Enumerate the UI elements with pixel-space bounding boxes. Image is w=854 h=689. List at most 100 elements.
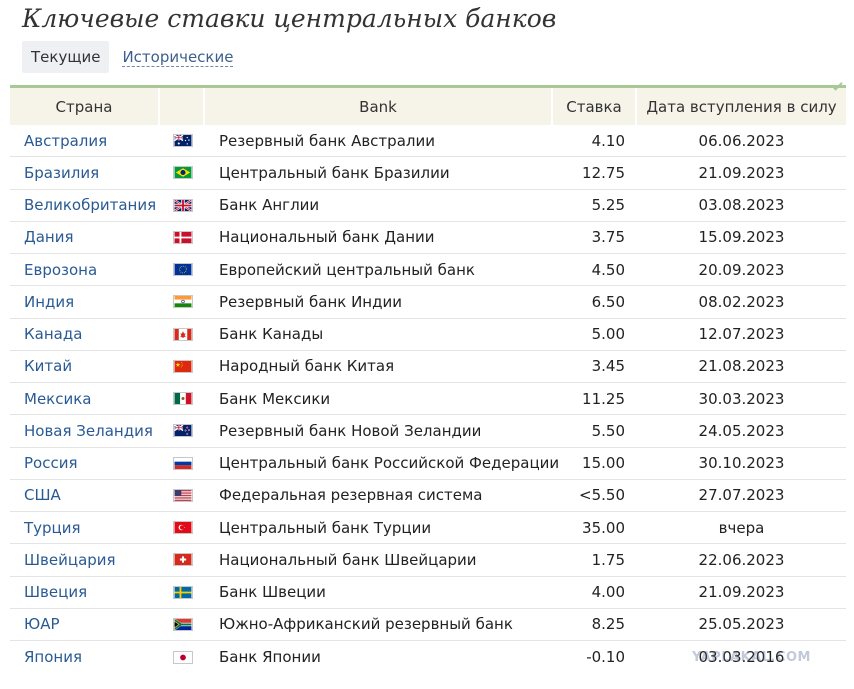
bank-name: Банк Мексики [219,389,331,408]
bank-name: Банк Англии [219,196,320,215]
flag-cell [160,198,205,212]
flag-cell [160,585,205,599]
effective-date: 15.09.2023 [698,228,785,247]
rate-value: 3.75 [591,228,625,247]
flag-cell [160,230,205,244]
bank-name: Федеральная резервная система [219,486,483,505]
rate-value: 1.75 [591,550,625,569]
header-country[interactable]: Страна [10,88,160,125]
bank-name: Национальный банк Дании [219,228,435,247]
country-link[interactable]: Бразилия [10,164,160,182]
table-row: Новая Зеландия Резервный банк Новой Зелан… [10,415,846,448]
bank-name: Банк Канады [219,325,324,344]
effective-date: 21.08.2023 [698,357,785,376]
flag-cell [160,327,205,341]
tab-historical[interactable]: Исторические [113,41,242,73]
bank-name: Центральный банк Турции [219,518,432,537]
country-link[interactable]: Турция [10,519,160,537]
country-link[interactable]: Индия [10,293,160,311]
table-row: ЮАР Южно-Африканский резервный банк 8.25 25… [10,609,846,641]
country-link[interactable]: Швейцария [10,551,160,569]
country-link[interactable]: Великобритания [10,196,160,214]
rate-value: 4.50 [591,260,625,279]
country-link[interactable]: Китай [10,357,160,375]
denmark-flag-icon [173,230,193,244]
country-link[interactable]: Канада [10,325,160,343]
country-link[interactable]: Швеция [10,583,160,601]
rate-value: 35.00 [582,518,625,537]
rate-value: 11.25 [582,389,625,408]
table-header: Страна Bank Ставка Дата вступления в сил… [10,88,846,125]
effective-date: 22.06.2023 [698,550,785,569]
russia-flag-icon [173,456,193,470]
sweden-flag-icon [173,585,193,599]
flag-cell [160,488,205,502]
australia-flag-icon [173,134,193,148]
tab-current[interactable]: Текущие [22,41,110,73]
table-row: Канада Банк Канады 5.00 12.07.2023 [10,319,846,351]
table-row: Швейцария Национальный банк Швейцарии 1.75… [10,544,846,577]
table-row: США Федеральная резервная система <5.50 27.… [10,480,846,512]
header-rate[interactable]: Ставка [553,88,637,125]
flag-cell [160,166,205,180]
bank-name: Резервный банк Австралии [219,131,435,150]
effective-date: 06.06.2023 [698,131,785,150]
rate-value: 6.50 [591,292,625,311]
usa-flag-icon [173,488,193,502]
bank-name: Южно-Африканский резервный банк [219,615,513,634]
rate-value: 4.10 [591,131,625,150]
china-flag-icon [173,359,193,373]
bank-name: Резервный банк Индии [219,292,402,311]
effective-date: 03.08.2023 [698,196,785,215]
country-link[interactable]: Еврозона [10,261,160,279]
country-link[interactable]: США [10,486,160,504]
switzerland-flag-icon [173,553,193,567]
table-row: Австралия Резервный банк Австралии 4.10 06.… [10,125,846,158]
table-row: Швеция Банк Швеции 4.00 21.09.2023 [10,577,846,609]
flag-cell [160,553,205,567]
country-link[interactable]: Япония [10,648,160,666]
header-date[interactable]: Дата вступления в силу [637,88,846,125]
rates-table: Страна Bank Ставка Дата вступления в сил… [10,79,846,673]
table-row: Россия Центральный банк Российской Федера… [10,448,846,480]
rate-value: 5.50 [591,421,625,440]
brazil-flag-icon [173,166,193,180]
tab-historical-label: Исторические [122,48,234,67]
rate-value: 3.45 [591,357,625,376]
turkey-flag-icon [173,521,193,535]
bank-name: Европейский центральный банк [219,260,475,279]
rate-value: <5.50 [579,486,625,505]
eu-flag-icon [173,263,193,277]
watermark: YAPLAKAL.COM [692,650,811,665]
header-bank[interactable]: Bank [205,88,553,125]
flag-cell [160,650,205,664]
country-link[interactable]: ЮАР [10,615,160,633]
south-africa-flag-icon [173,617,193,631]
flag-cell [160,263,205,277]
country-link[interactable]: Мексика [10,390,160,408]
table-row: Дания Национальный банк Дании 3.75 15.09.20… [10,222,846,254]
header-flag [160,88,205,125]
japan-flag-icon [173,650,193,664]
flag-cell [160,295,205,309]
country-link[interactable]: Дания [10,228,160,246]
effective-date: 24.05.2023 [698,421,785,440]
bank-name: Народный банк Китая [219,357,395,376]
flag-cell [160,617,205,631]
country-link[interactable]: Россия [10,454,160,472]
rate-value: -0.10 [586,648,625,667]
effective-date: вчера [718,518,765,537]
table-row: Бразилия Центральный банк Бразилии 12.75 21… [10,157,846,190]
country-link[interactable]: Новая Зеландия [10,422,160,440]
table-row: Мексика Банк Мексики 11.25 30.03.2023 [10,383,846,416]
country-link[interactable]: Австралия [10,132,160,150]
table-row: Китай Народный банк Китая 3.45 21.08.2023 [10,351,846,383]
rate-value: 5.00 [591,325,625,344]
bank-name: Банк Японии [219,648,321,667]
table-body: Австралия Резервный банк Австралии 4.10 06.… [10,125,846,673]
rate-value: 15.00 [582,454,625,473]
rate-value: 12.75 [582,163,625,182]
tab-bar: Текущие Исторические [22,41,242,73]
bank-name: Национальный банк Швейцарии [219,550,477,569]
flag-cell [160,521,205,535]
